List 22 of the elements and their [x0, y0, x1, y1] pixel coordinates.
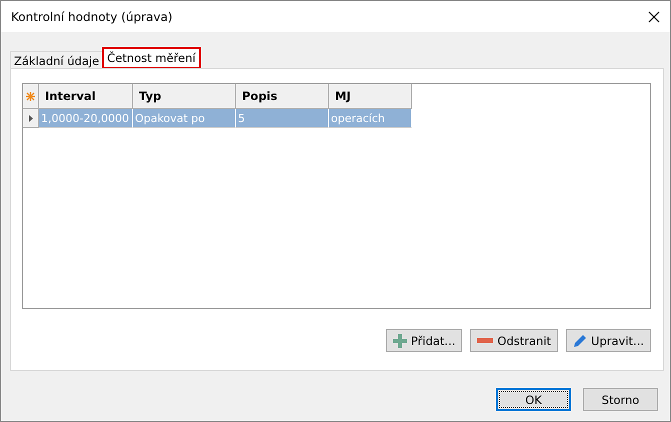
edit-button[interactable]: Upravit... — [566, 329, 651, 352]
row-pointer-icon — [28, 114, 32, 122]
new-row-icon — [26, 92, 35, 100]
table-cell: operacích — [329, 109, 412, 128]
tab[interactable]: Četnost měření — [103, 48, 200, 68]
dialog-button[interactable]: OK — [496, 388, 571, 411]
table-cell: 5 — [236, 109, 329, 128]
window-title: Kontrolní hodnoty (úprava) — [11, 10, 172, 24]
dialog-button[interactable]: Storno — [583, 388, 658, 411]
minus-icon — [477, 338, 494, 343]
add-button[interactable]: Přidat... — [386, 329, 462, 352]
close-icon[interactable] — [648, 10, 660, 22]
column-header[interactable]: Popis — [236, 84, 329, 109]
table-cell: Opakovat po — [133, 109, 236, 128]
tab[interactable]: Základní údaje — [10, 51, 104, 68]
column-header[interactable]: Interval — [39, 84, 133, 109]
column-header[interactable]: Typ — [133, 84, 236, 109]
pencil-icon — [573, 334, 588, 348]
plus-icon — [392, 334, 407, 348]
column-header[interactable]: MJ — [329, 84, 412, 109]
remove-button[interactable]: Odstranit — [470, 329, 558, 352]
table-cell: 1,0000-20,0000 — [39, 109, 133, 128]
